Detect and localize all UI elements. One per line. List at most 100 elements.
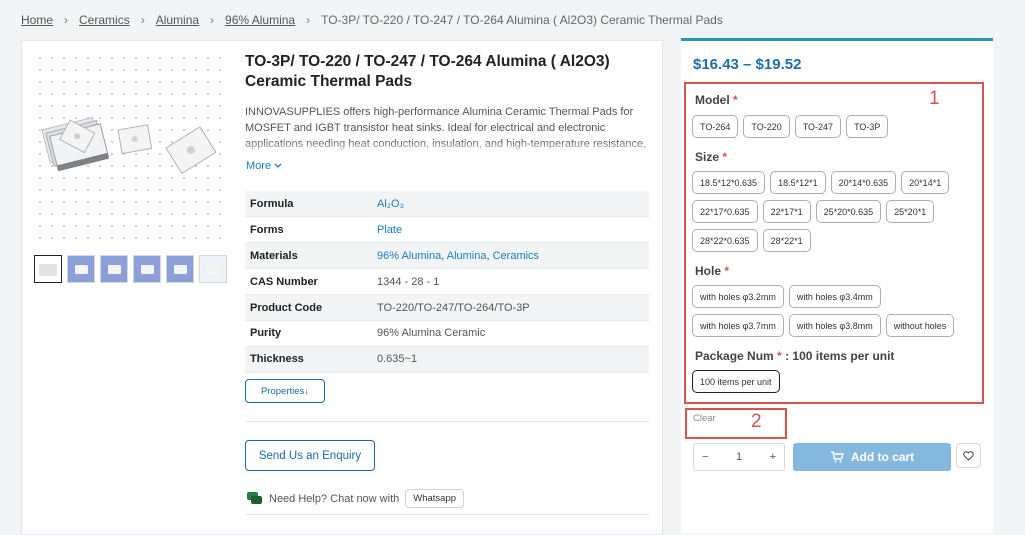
option-hole[interactable]: with holes φ3.4mm [788, 285, 881, 308]
properties-button[interactable]: Properties↓ [245, 379, 325, 403]
breadcrumb-separator: › [64, 13, 69, 27]
spec-key: Product Code [245, 294, 372, 321]
thumbnail[interactable] [100, 255, 128, 283]
size-options-row: 18.5*12*0.635 18.5*12*1 20*14*0.635 20*1… [692, 171, 950, 194]
package-value: : 100 items per unit [785, 349, 895, 363]
increment-button[interactable]: + [770, 451, 776, 463]
option-hole[interactable]: with holes φ3.7mm [692, 314, 784, 337]
package-label: Package Num * : 100 items per unit [695, 349, 894, 363]
add-to-cart-label: Add to cart [850, 450, 915, 464]
option-size[interactable]: 25*20*0.635 [815, 200, 882, 223]
size-label: Size * [695, 150, 727, 164]
thumbnail[interactable] [199, 255, 227, 283]
help-text: Need Help? Chat now with [269, 492, 400, 505]
hole-label-text: Hole [695, 264, 722, 278]
whatsapp-button[interactable]: Whatsapp [405, 489, 465, 508]
more-label: More [246, 160, 272, 172]
spec-value: 0.635~1 [372, 346, 649, 373]
breadcrumb-separator: › [140, 13, 145, 27]
table-row: Product Code TO-220/TO-247/TO-264/TO-3P [245, 294, 649, 321]
thumbnail[interactable] [67, 255, 95, 283]
model-options: TO-264 TO-220 TO-247 TO-3P [692, 115, 889, 138]
option-hole[interactable]: without holes [885, 314, 955, 337]
breadcrumb-separator: › [306, 13, 311, 27]
option-size[interactable]: 18.5*12*0.635 [692, 171, 766, 194]
option-hole[interactable]: with holes φ3.8mm [788, 314, 881, 337]
model-label: Model * [695, 93, 738, 107]
price-range: $16.43 – $19.52 [693, 56, 802, 73]
option-package-selected[interactable]: 100 items per unit [692, 370, 780, 393]
option-hole[interactable]: with holes φ3.2mm [692, 285, 784, 308]
option-size[interactable]: 22*17*1 [762, 200, 811, 223]
spec-value: 1344 - 28 - 1 [372, 268, 649, 296]
breadcrumb-96-alumina[interactable]: 96% Alumina [225, 13, 295, 27]
clear-link[interactable]: Clear [693, 413, 716, 424]
breadcrumb-current: TO-3P/ TO-220 / TO-247 / TO-264 Alumina … [321, 13, 723, 27]
package-options: 100 items per unit [692, 370, 780, 393]
thumbnail[interactable] [166, 255, 194, 283]
hole-options-row: with holes φ3.2mm with holes φ3.4mm [692, 285, 881, 308]
chevron-down-icon [274, 163, 282, 168]
decrement-button[interactable]: − [702, 451, 708, 463]
option-model-to-247[interactable]: TO-247 [794, 115, 842, 138]
table-row: Purity 96% Alumina Ceramic [245, 320, 649, 347]
option-size[interactable]: 28*22*1 [762, 229, 811, 252]
option-size[interactable]: 28*22*0.635 [692, 229, 758, 252]
table-row: Forms Plate [245, 216, 649, 244]
breadcrumb-ceramics[interactable]: Ceramics [79, 13, 130, 27]
option-model-to-264[interactable]: TO-264 [692, 115, 739, 138]
thumbnail[interactable] [34, 255, 62, 283]
help-chat: Need Help? Chat now with Whatsapp [246, 489, 465, 508]
spec-value: 96% Alumina Ceramic [372, 320, 649, 347]
size-options-row: 28*22*0.635 28*22*1 [692, 229, 811, 252]
product-description: INNOVASUPPLIES offers high-performance A… [245, 104, 650, 156]
spec-key: Formula [245, 191, 372, 218]
size-label-text: Size [695, 150, 720, 164]
spec-key: CAS Number [245, 268, 372, 296]
spec-link-forms[interactable]: Plate [377, 224, 402, 236]
divider [245, 514, 649, 515]
table-row: CAS Number 1344 - 28 - 1 [245, 268, 649, 296]
required-mark: * [733, 93, 738, 107]
annotation-number: 1 [929, 88, 940, 109]
spec-key: Thickness [245, 346, 372, 373]
product-main-image[interactable] [34, 52, 228, 246]
option-size[interactable]: 18.5*12*1 [770, 171, 826, 194]
option-size[interactable]: 25*20*1 [886, 200, 935, 223]
option-model-to-220[interactable]: TO-220 [743, 115, 790, 138]
quantity-value[interactable]: 1 [736, 451, 742, 463]
product-image-art [41, 116, 217, 175]
hole-label: Hole * [695, 264, 729, 278]
option-model-to-3p[interactable]: TO-3P [846, 115, 889, 138]
spec-link-alumina[interactable]: Alumina [447, 250, 487, 262]
more-link[interactable]: More [246, 160, 282, 172]
breadcrumb-home[interactable]: Home [21, 13, 53, 27]
spec-link-96-alumina[interactable]: 96% Alumina [377, 250, 441, 262]
heart-icon [963, 450, 974, 461]
thumbnail[interactable] [133, 255, 161, 283]
package-label-text: Package Num [695, 349, 774, 363]
breadcrumb: Home › Ceramics › Alumina › 96% Alumina … [21, 13, 723, 27]
wishlist-button[interactable] [956, 443, 981, 468]
required-mark: * [724, 264, 730, 278]
spec-link-formula[interactable]: Al₂O₃ [377, 198, 404, 210]
send-enquiry-button[interactable]: Send Us an Enquiry [245, 440, 375, 471]
spec-value: TO-220/TO-247/TO-264/TO-3P [372, 294, 649, 321]
divider [245, 421, 649, 422]
spec-link-ceramics[interactable]: Ceramics [493, 250, 539, 262]
option-size[interactable]: 20*14*1 [901, 171, 950, 194]
breadcrumb-separator: › [210, 13, 215, 27]
size-options-row: 22*17*0.635 22*17*1 25*20*0.635 25*20*1 [692, 200, 935, 223]
option-size[interactable]: 22*17*0.635 [692, 200, 758, 223]
spec-key: Forms [245, 216, 372, 244]
breadcrumb-alumina[interactable]: Alumina [156, 13, 199, 27]
quantity-stepper[interactable]: − 1 + [693, 443, 785, 471]
required-mark: * [777, 349, 782, 363]
option-size[interactable]: 20*14*0.635 [830, 171, 897, 194]
add-to-cart-button[interactable]: Add to cart [793, 443, 951, 471]
spec-key: Materials [245, 242, 372, 270]
annotation-number: 2 [751, 411, 762, 432]
chat-icon [247, 492, 262, 504]
product-title: TO-3P/ TO-220 / TO-247 / TO-264 Alumina … [245, 53, 610, 90]
required-mark: * [722, 150, 728, 164]
